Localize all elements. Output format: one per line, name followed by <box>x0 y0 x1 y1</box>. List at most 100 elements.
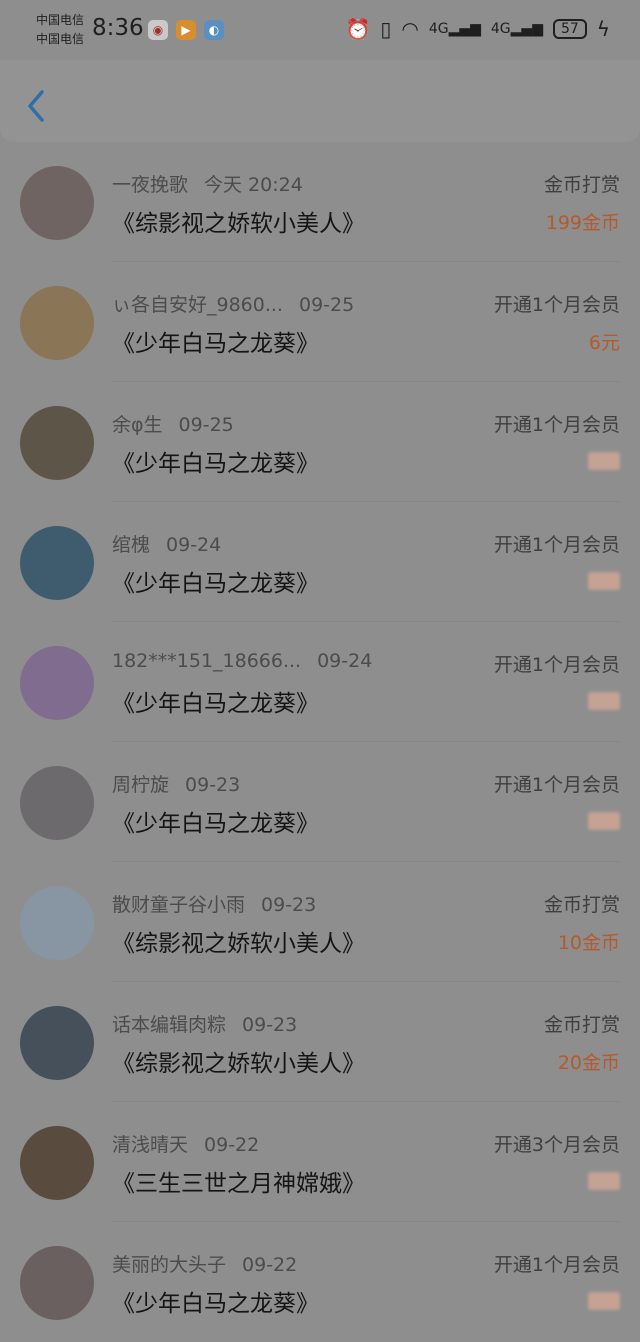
timestamp: 09-25 <box>298 294 355 316</box>
transaction-type: 开通3个月会员 <box>493 1134 620 1156</box>
transaction-amount: 20金币 <box>557 1052 620 1074</box>
avatar[interactable] <box>20 166 94 240</box>
transaction-type: 开通1个月会员 <box>493 294 620 316</box>
list-item[interactable]: 周柠旋 09-23 《少年白马之龙葵》 开通1个月会员 <box>0 742 640 862</box>
charging-icon: ϟ <box>596 17 610 41</box>
user-name: ぃ各自安好_9860... <box>112 294 283 316</box>
notification-icons: ◉ ▶ ◐ <box>148 20 224 40</box>
carrier-info: 中国电信 中国电信 <box>36 11 84 49</box>
timestamp: 今天 20:24 <box>204 174 303 196</box>
list-item[interactable]: 散财童子谷小雨 09-23 《综影视之娇软小美人》 金币打赏 10金币 <box>0 862 640 982</box>
user-name: 一夜挽歌 <box>112 174 189 196</box>
user-name: 182***151_18666... <box>112 650 302 672</box>
avatar-image <box>20 166 94 240</box>
book-title: 《综影视之娇软小美人》 <box>112 1051 365 1077</box>
transaction-amount <box>588 812 620 830</box>
transaction-type: 金币打赏 <box>543 174 620 196</box>
transaction-amount <box>588 452 620 470</box>
book-title: 《三生三世之月神嫦娥》 <box>112 1171 365 1197</box>
avatar-image <box>20 526 94 600</box>
book-title: 《综影视之娇软小美人》 <box>112 931 365 957</box>
network-type-1: 4G <box>428 21 449 37</box>
clock: 8:36 <box>92 15 144 41</box>
avatar[interactable] <box>20 286 94 360</box>
user-name: 清浅晴天 <box>112 1134 189 1156</box>
back-button[interactable] <box>22 86 52 126</box>
status-bar: 中国电信 中国电信 8:36 ◉ ▶ ◐ ⏰ ▯ ◠ 4G▂▄▆ 4G▂▄▆ 5… <box>0 0 640 60</box>
video-app-icon: ▶ <box>176 20 196 40</box>
transaction-amount: 10金币 <box>557 932 620 954</box>
battery-indicator: 57 <box>552 19 587 39</box>
list-item[interactable]: 美丽的大头子 09-22 《少年白马之龙葵》 开通1个月会员 <box>0 1222 640 1342</box>
user-name: 绾槐 <box>112 534 151 556</box>
transaction-type: 开通1个月会员 <box>493 534 620 556</box>
book-title: 《少年白马之龙葵》 <box>112 691 319 717</box>
avatar[interactable] <box>20 646 94 720</box>
timestamp: 09-23 <box>242 1014 298 1036</box>
transaction-type: 金币打赏 <box>543 894 620 916</box>
avatar[interactable] <box>20 886 94 960</box>
user-meta: 余φ生 09-25 <box>112 410 234 437</box>
user-name: 话本编辑肉粽 <box>112 1014 227 1036</box>
avatar[interactable] <box>20 766 94 840</box>
timestamp: 09-24 <box>317 650 373 672</box>
transaction-amount: 199金币 <box>545 212 620 234</box>
network-type-2: 4G <box>490 21 511 37</box>
avatar[interactable] <box>20 1246 94 1320</box>
transaction-amount <box>588 1292 620 1310</box>
avatar-image <box>20 1126 94 1200</box>
avatar[interactable] <box>20 526 94 600</box>
timestamp: 09-23 <box>261 894 317 916</box>
user-meta: 一夜挽歌 今天 20:24 <box>112 170 303 197</box>
transaction-amount <box>588 692 620 710</box>
wifi-icon: ◠ <box>401 17 419 41</box>
nav-bar <box>0 60 640 142</box>
list-item[interactable]: 清浅晴天 09-22 《三生三世之月神嫦娥》 开通3个月会员 <box>0 1102 640 1222</box>
signal-2-icon: 4G▂▄▆ <box>490 21 543 37</box>
timestamp: 09-25 <box>178 414 234 436</box>
timestamp: 09-22 <box>242 1254 298 1276</box>
timestamp: 09-23 <box>185 774 241 796</box>
signal-1-icon: 4G▂▄▆ <box>428 21 481 37</box>
avatar-image <box>20 1246 94 1320</box>
user-name: 余φ生 <box>112 414 163 436</box>
transaction-type: 开通1个月会员 <box>493 414 620 436</box>
avatar[interactable] <box>20 1126 94 1200</box>
avatar[interactable] <box>20 406 94 480</box>
list-item[interactable]: 182***151_18666... 09-24 《少年白马之龙葵》 开通1个月会… <box>0 622 640 742</box>
browser-icon: ◐ <box>204 20 224 40</box>
user-name: 美丽的大头子 <box>112 1254 227 1276</box>
avatar-image <box>20 406 94 480</box>
transaction-list: 一夜挽歌 今天 20:24 《综影视之娇软小美人》 金币打赏 199金币 ぃ各自安… <box>0 142 640 1342</box>
book-title: 《少年白马之龙葵》 <box>112 331 319 357</box>
list-item[interactable]: 话本编辑肉粽 09-23 《综影视之娇软小美人》 金币打赏 20金币 <box>0 982 640 1102</box>
list-item[interactable]: 一夜挽歌 今天 20:24 《综影视之娇软小美人》 金币打赏 199金币 <box>0 142 640 262</box>
book-title: 《少年白马之龙葵》 <box>112 571 319 597</box>
list-item[interactable]: 余φ生 09-25 《少年白马之龙葵》 开通1个月会员 <box>0 382 640 502</box>
book-title: 《少年白马之龙葵》 <box>112 1291 319 1317</box>
book-title: 《少年白马之龙葵》 <box>112 451 319 477</box>
user-name: 散财童子谷小雨 <box>112 894 246 916</box>
user-meta: 美丽的大头子 09-22 <box>112 1250 297 1277</box>
carrier-label-1: 中国电信 <box>36 13 85 27</box>
avatar-image <box>20 646 94 720</box>
transaction-type: 金币打赏 <box>543 1014 620 1036</box>
transaction-amount <box>588 572 620 590</box>
list-item[interactable]: ぃ各自安好_9860... 09-25 《少年白马之龙葵》 开通1个月会员 6元 <box>0 262 640 382</box>
user-meta: 散财童子谷小雨 09-23 <box>112 890 316 917</box>
alarm-icon: ⏰ <box>345 17 371 41</box>
user-meta: 话本编辑肉粽 09-23 <box>112 1010 297 1037</box>
book-title: 《少年白马之龙葵》 <box>112 811 319 837</box>
transaction-type: 开通1个月会员 <box>493 774 620 796</box>
avatar[interactable] <box>20 1006 94 1080</box>
timestamp: 09-24 <box>166 534 222 556</box>
transaction-type: 开通1个月会员 <box>493 1254 620 1276</box>
transaction-amount: 6元 <box>588 332 620 354</box>
weibo-icon: ◉ <box>148 20 168 40</box>
vibrate-icon: ▯ <box>380 17 392 41</box>
avatar-image <box>20 886 94 960</box>
avatar-image <box>20 766 94 840</box>
chevron-left-icon <box>28 90 44 122</box>
user-meta: 周柠旋 09-23 <box>112 770 240 797</box>
list-item[interactable]: 绾槐 09-24 《少年白马之龙葵》 开通1个月会员 <box>0 502 640 622</box>
